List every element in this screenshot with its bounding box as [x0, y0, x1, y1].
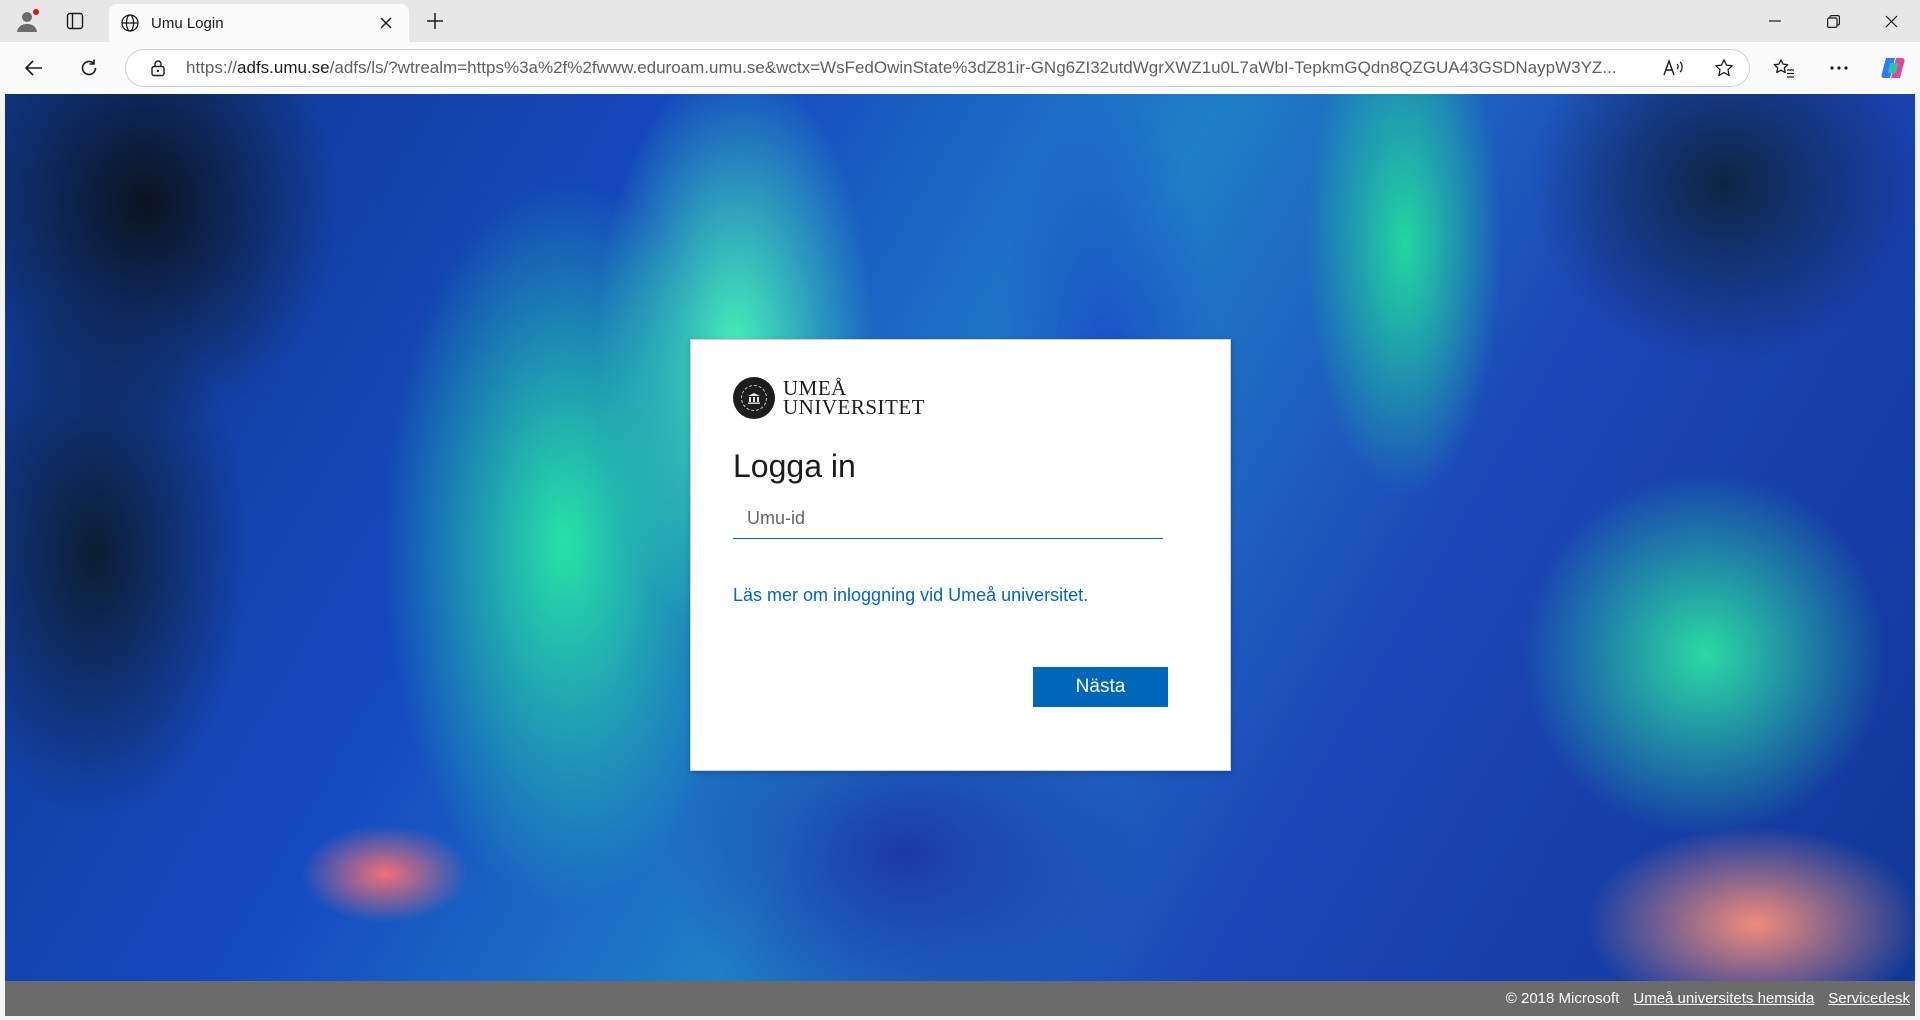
tab-actions-icon	[66, 12, 84, 30]
refresh-button[interactable]	[70, 49, 108, 87]
browser-titlebar: Umu Login	[0, 0, 1920, 42]
address-bar[interactable]: https://adfs.umu.se/adfs/ls/?wtrealm=htt…	[125, 49, 1750, 87]
new-tab-button[interactable]	[416, 2, 454, 40]
url-host: adfs.umu.se	[237, 58, 330, 77]
refresh-icon	[81, 59, 97, 76]
next-button[interactable]: Nästa	[1033, 667, 1168, 707]
more-icon	[1830, 66, 1848, 70]
window-close-button[interactable]	[1863, 0, 1919, 42]
close-icon[interactable]	[373, 10, 399, 36]
read-aloud-button[interactable]	[1649, 50, 1699, 86]
login-info-link[interactable]: Läs mer om inloggning vid Umeå universit…	[733, 585, 1163, 606]
url-text[interactable]: https://adfs.umu.se/adfs/ls/?wtrealm=htt…	[178, 58, 1649, 78]
tab-umu-login[interactable]: Umu Login	[109, 4, 409, 42]
tab-actions-button[interactable]	[56, 2, 94, 40]
favorites-button[interactable]	[1765, 49, 1803, 87]
restore-icon	[1826, 14, 1840, 28]
notification-dot	[32, 8, 40, 16]
tab-title: Umu Login	[151, 14, 224, 32]
browser-toolbar: https://adfs.umu.se/adfs/ls/?wtrealm=htt…	[0, 42, 1920, 94]
umu-id-input[interactable]	[733, 499, 1163, 539]
star-icon	[1715, 59, 1733, 77]
login-card: UMEÅ UNIVERSITET Logga in Läs mer om inl…	[690, 339, 1231, 771]
university-name: UMEÅ UNIVERSITET	[783, 378, 925, 419]
university-seal-icon	[733, 377, 775, 419]
settings-more-button[interactable]	[1820, 49, 1858, 87]
copilot-button[interactable]	[1874, 49, 1912, 87]
close-icon	[1885, 15, 1897, 27]
copilot-icon	[1881, 58, 1905, 78]
copyright-text: © 2018 Microsoft	[1505, 990, 1620, 1007]
restore-button[interactable]	[1805, 0, 1861, 42]
favorites-icon	[1773, 59, 1794, 78]
university-homepage-link[interactable]: Umeå universitets hemsida	[1633, 990, 1814, 1007]
lock-icon[interactable]	[138, 50, 178, 86]
page-footer: © 2018 Microsoft Umeå universitets hemsi…	[5, 981, 1915, 1016]
minimize-icon	[1769, 20, 1781, 22]
page-title: Logga in	[733, 448, 856, 484]
page-background: UMEÅ UNIVERSITET Logga in Läs mer om inl…	[5, 94, 1915, 1016]
url-scheme: https://	[186, 58, 238, 77]
logo-line-2: UNIVERSITET	[783, 395, 925, 419]
url-path: /adfs/ls/?wtrealm=https%3a%2f%2fwww.edur…	[329, 58, 1617, 77]
back-arrow-icon	[24, 60, 42, 76]
profile-button[interactable]	[8, 2, 46, 40]
read-aloud-icon	[1663, 59, 1683, 76]
minimize-button[interactable]	[1747, 0, 1803, 42]
favorite-button[interactable]	[1699, 50, 1749, 86]
servicedesk-link[interactable]: Servicedesk	[1828, 990, 1910, 1007]
university-logo: UMEÅ UNIVERSITET	[733, 376, 1163, 420]
back-button[interactable]	[15, 49, 53, 87]
globe-icon	[119, 12, 141, 34]
plus-icon	[427, 13, 443, 29]
